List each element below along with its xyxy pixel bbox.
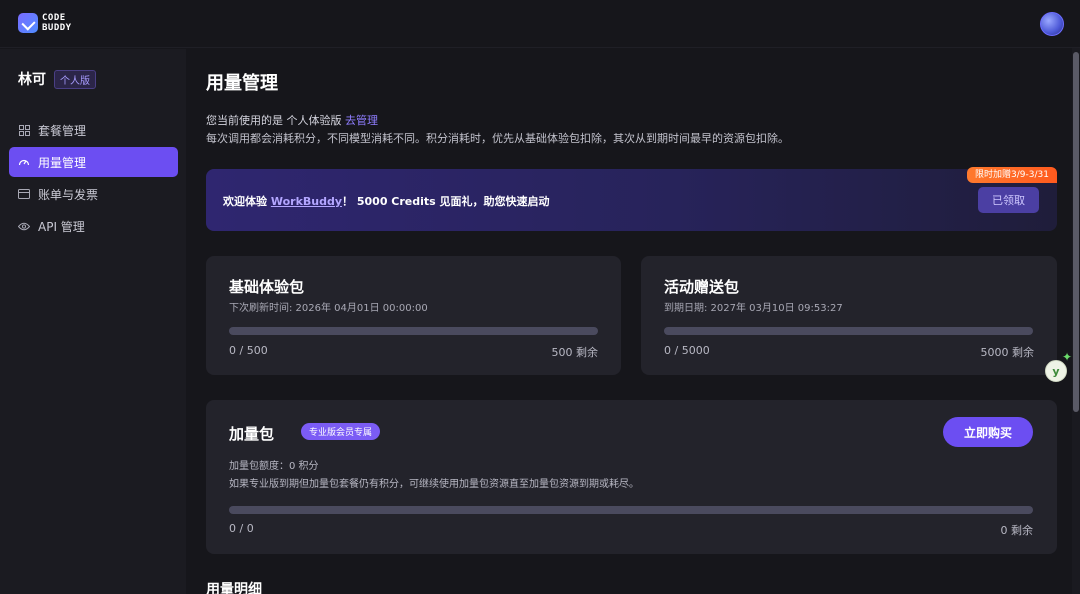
page-title: 用量管理: [206, 73, 278, 94]
claimed-button[interactable]: 已领取: [978, 187, 1039, 213]
basic-pack-used: 0 / 500: [229, 344, 268, 357]
sidebar-item-label: 套餐管理: [38, 123, 87, 138]
limited-time-badge: 限时加赠3/9-3/31: [967, 167, 1057, 183]
gift-pack-card: 活动赠送包 到期日期: 2027年 03月10日 09:53:27 0 / 50…: [641, 256, 1057, 375]
current-plan-text: 您当前使用的是 个人体验版: [206, 114, 345, 127]
user-info: 林可 个人版: [18, 69, 96, 89]
basic-pack-title: 基础体验包: [229, 278, 305, 296]
gauge-icon: [18, 156, 30, 168]
user-name: 林可: [18, 72, 46, 88]
user-avatar[interactable]: [1040, 12, 1064, 36]
gift-pack-progress: [664, 327, 1033, 335]
sidebar-item-billing[interactable]: 账单与发票: [9, 179, 178, 209]
banner-text: 欢迎体验 WorkBuddy！ 5000 Credits 见面礼，助您快速启动: [223, 195, 550, 208]
basic-pack-remaining: 500 剩余: [551, 346, 599, 359]
workbuddy-link[interactable]: WorkBuddy: [271, 195, 342, 208]
addon-pack-title: 加量包: [229, 425, 275, 443]
addon-pack-progress: [229, 506, 1033, 514]
sidebar: 林可 个人版 套餐管理 用量管理 账单与发票 API 管理: [0, 49, 186, 594]
gift-pack-title: 活动赠送包: [664, 278, 740, 296]
buy-now-button[interactable]: 立即购买: [943, 417, 1033, 447]
addon-pack-card: 加量包 专业版会员专属 立即购买 加量包额度：0 积分 如果专业版到期但加量包套…: [206, 400, 1057, 554]
promo-banner: 欢迎体验 WorkBuddy！ 5000 Credits 见面礼，助您快速启动 …: [206, 167, 1057, 231]
eye-icon: [18, 220, 30, 232]
gift-pack-used: 0 / 5000: [664, 344, 710, 357]
sidebar-nav: 套餐管理 用量管理 账单与发票 API 管理: [9, 115, 178, 243]
grid-icon: [18, 124, 30, 136]
basic-pack-progress: [229, 327, 598, 335]
scrollbar-thumb[interactable]: [1073, 52, 1079, 412]
brand-logo[interactable]: CODE BUDDY: [18, 13, 72, 33]
manage-plan-link[interactable]: 去管理: [345, 114, 378, 127]
sidebar-item-label: 账单与发票: [38, 187, 99, 202]
addon-pack-remaining: 0 剩余: [1000, 524, 1034, 537]
pro-member-tag: 专业版会员专属: [301, 423, 381, 440]
main-content: 用量管理 您当前使用的是 个人体验版 去管理 每次调用都会消耗积分，不同模型消耗…: [186, 49, 1080, 594]
addon-quota: 加量包额度：0 积分: [229, 461, 319, 472]
card-icon: [18, 188, 30, 200]
logo-text: CODE BUDDY: [42, 13, 72, 33]
sidebar-item-label: API 管理: [38, 219, 85, 234]
basic-pack-refresh-time: 下次刷新时间: 2026年 04月01日 00:00:00: [229, 303, 428, 314]
sidebar-item-usage[interactable]: 用量管理: [9, 147, 178, 177]
plan-tag: 个人版: [54, 69, 96, 89]
page-scrollbar[interactable]: [1072, 48, 1080, 594]
usage-details-title: 用量明细: [206, 582, 262, 594]
current-plan-line: 您当前使用的是 个人体验版 去管理: [206, 112, 378, 128]
gift-pack-expiry: 到期日期: 2027年 03月10日 09:53:27: [664, 303, 843, 314]
addon-description: 如果专业版到期但加量包套餐仍有积分，可继续使用加量包资源直至加量包资源到期或耗尽…: [229, 479, 639, 490]
gift-pack-remaining: 5000 剩余: [980, 346, 1035, 359]
usage-description: 每次调用都会消耗积分，不同模型消耗不同。积分消耗时，优先从基础体验包扣除，其次从…: [206, 132, 789, 145]
top-bar: CODE BUDDY: [0, 0, 1080, 48]
basic-pack-card: 基础体验包 下次刷新时间: 2026年 04月01日 00:00:00 0 / …: [206, 256, 621, 375]
sidebar-item-label: 用量管理: [38, 155, 87, 170]
addon-pack-used: 0 / 0: [229, 522, 254, 535]
sparkle-icon: ✦: [1062, 350, 1073, 364]
logo-icon: [18, 13, 38, 33]
sidebar-item-plan[interactable]: 套餐管理: [9, 115, 178, 145]
sidebar-item-api[interactable]: API 管理: [9, 211, 178, 241]
